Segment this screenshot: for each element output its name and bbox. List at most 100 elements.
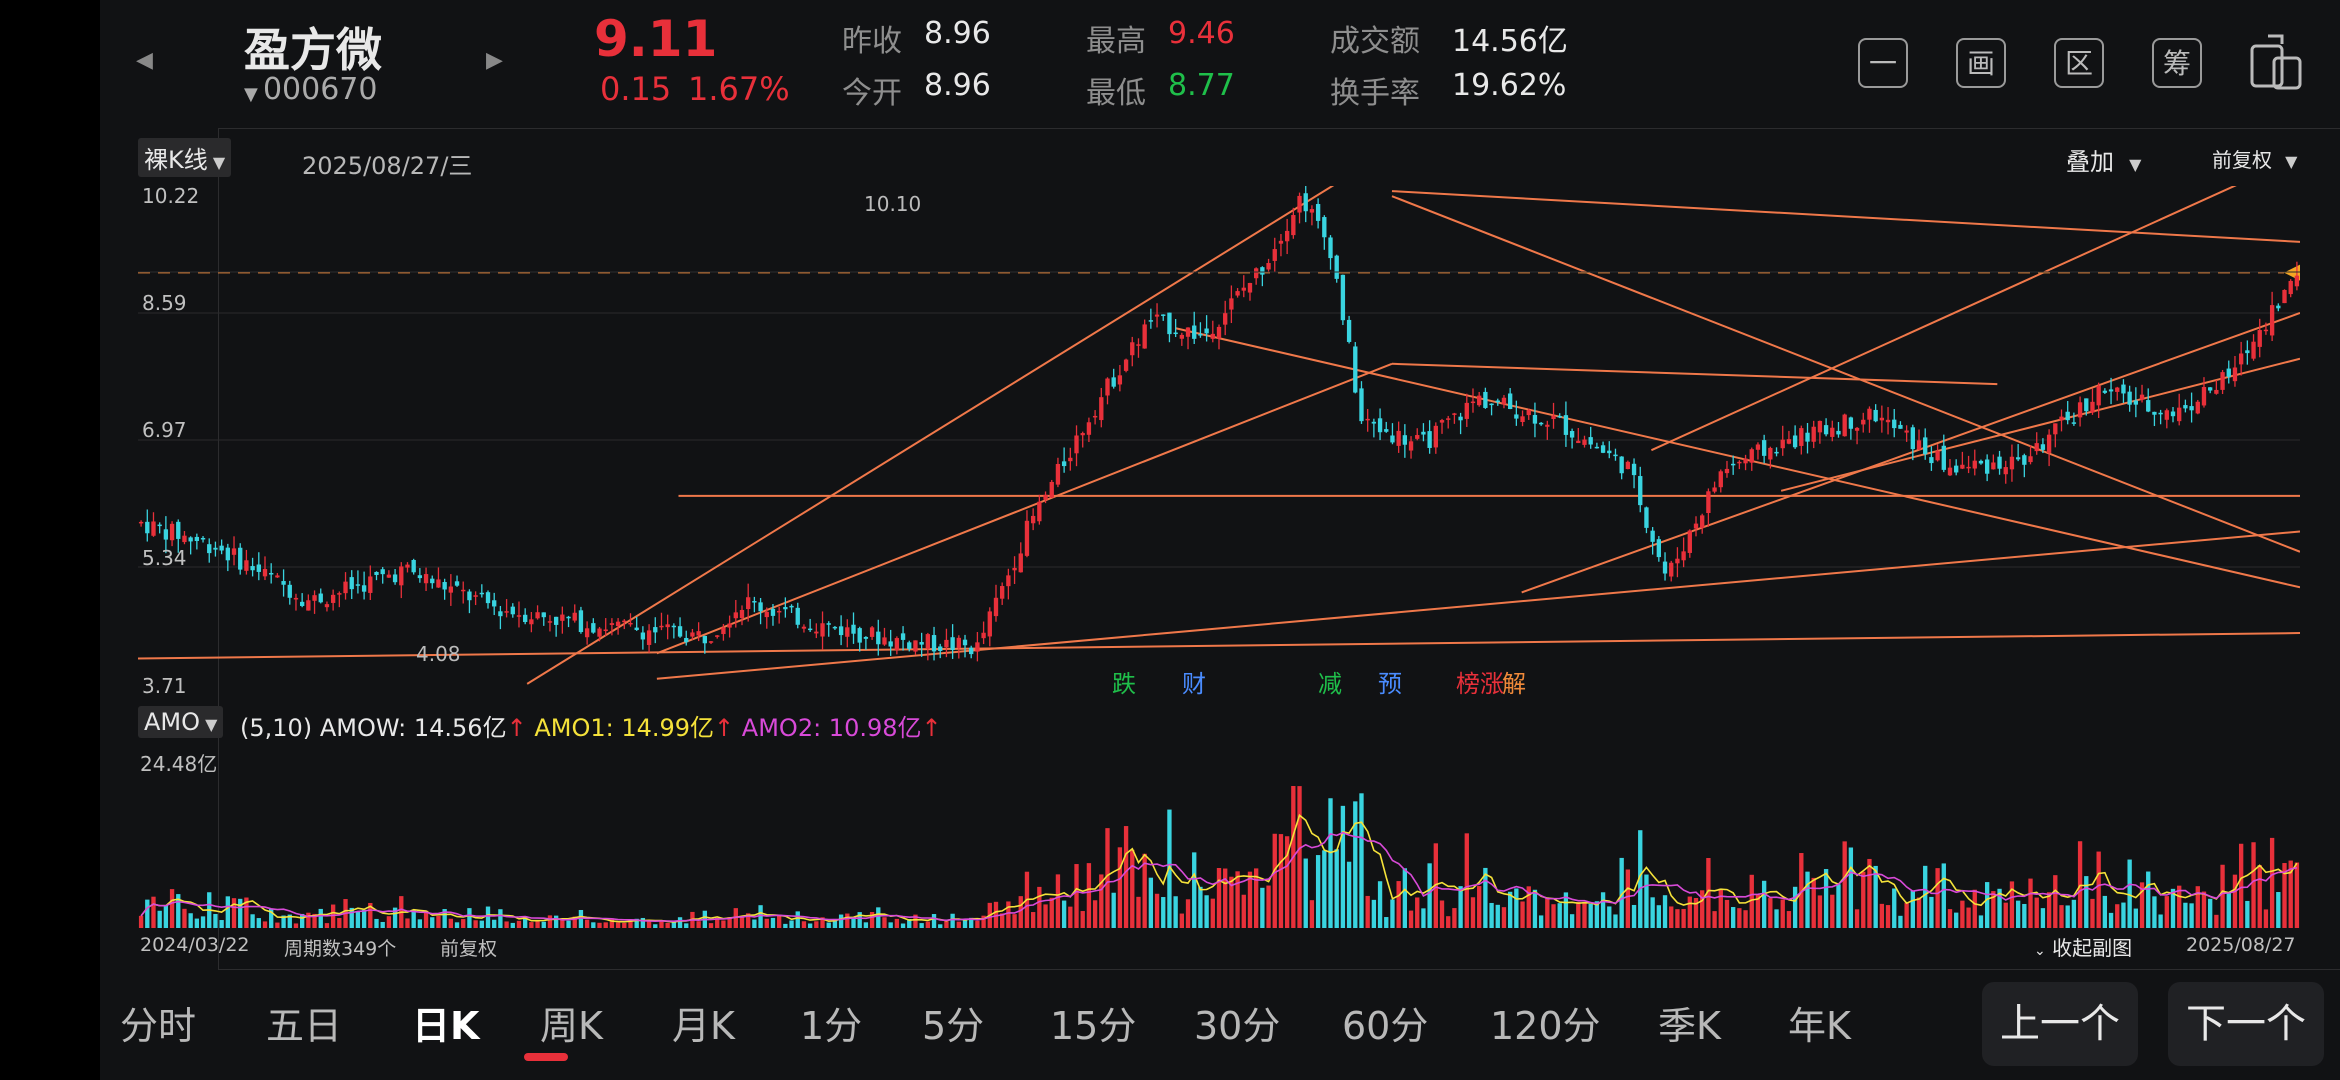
amo-bar	[262, 921, 268, 928]
event-badge-finance[interactable]: 财	[1180, 664, 1208, 699]
amo-bar	[2146, 871, 2151, 928]
candle-body	[2096, 385, 2101, 406]
amo-bar	[1130, 849, 1135, 928]
amo-bar	[361, 909, 367, 928]
tab-5min[interactable]: 5分	[922, 995, 984, 1050]
candle-body	[1848, 417, 1854, 429]
amo-bar	[1198, 886, 1203, 928]
candle-body	[702, 635, 707, 644]
trend-line	[1521, 312, 2300, 594]
candle-body	[238, 547, 243, 570]
adjust-select[interactable]: 前复权 ▼	[2212, 144, 2297, 173]
amo-bar	[2003, 902, 2008, 928]
next-stock-button[interactable]: 下一个	[2168, 982, 2324, 1066]
amo-bar	[430, 917, 435, 928]
candle-body	[1675, 558, 1680, 564]
tab-intraday[interactable]: 分时	[120, 995, 196, 1050]
candle-body	[1910, 427, 1915, 450]
event-badge-forecast[interactable]: 预	[1376, 664, 1404, 699]
tab-15min[interactable]: 15分	[1050, 995, 1136, 1050]
kline-mode-select[interactable]: 裸K线 ▼	[138, 138, 232, 177]
range-tool-button[interactable]: 区	[2054, 38, 2104, 88]
candle-body	[1780, 439, 1785, 449]
tab-quarterly-k[interactable]: 季K	[1658, 995, 1721, 1050]
stock-code-row[interactable]: ▼ 000670	[244, 72, 377, 107]
candle-body	[1700, 515, 1705, 528]
tab-daily-k[interactable]: 日K	[412, 995, 479, 1050]
amo-bar	[938, 924, 943, 928]
candle-body	[207, 544, 212, 554]
amo-bar	[1879, 903, 1885, 928]
amo-bar	[1179, 913, 1184, 928]
amo-bar	[355, 911, 361, 928]
amo-bar	[337, 918, 342, 928]
prev-stock-arrow-icon[interactable]: ◀	[136, 48, 153, 73]
candle-body	[2220, 372, 2225, 390]
candle-body	[733, 612, 738, 619]
candle-body	[1340, 274, 1346, 321]
amo-params: (5,10)	[240, 714, 313, 742]
amo1-value: AMO1: 14.99亿	[534, 714, 715, 742]
prev-stock-button[interactable]: 上一个	[1982, 982, 2138, 1066]
amo-bar	[504, 921, 509, 928]
candle-body	[529, 619, 534, 625]
tab-yearly-k[interactable]: 年K	[1788, 995, 1851, 1050]
candle-body	[287, 584, 292, 598]
collapse-subchart-button[interactable]: ⌄ 收起副图	[2034, 932, 2132, 961]
candle-body	[677, 626, 683, 637]
end-date: 2025/08/27	[2186, 934, 2296, 956]
candle-body	[1074, 435, 1079, 454]
event-badge-reduce[interactable]: 减	[1316, 664, 1344, 699]
switch-screen-icon[interactable]	[2246, 32, 2306, 96]
next-stock-arrow-icon[interactable]: ▶	[486, 48, 503, 73]
tab-five-day[interactable]: 五日	[266, 995, 342, 1050]
amo-bar	[838, 914, 844, 928]
chips-tool-button[interactable]: 筹	[2152, 38, 2202, 88]
candle-body	[2084, 398, 2089, 412]
candle-body	[1569, 431, 1575, 438]
amo-bar	[448, 918, 454, 928]
tab-1min[interactable]: 1分	[800, 995, 862, 1050]
kline-chart[interactable]	[138, 186, 2300, 694]
tab-120min[interactable]: 120分	[1490, 995, 1601, 1050]
candle-body	[1929, 457, 1934, 464]
line-tool-button[interactable]: 一	[1858, 38, 1908, 88]
tab-weekly-k[interactable]: 周K	[540, 995, 603, 1050]
candle-body	[1557, 415, 1562, 418]
event-badge-unlock[interactable]: 解	[1500, 664, 1528, 699]
amo-bar	[764, 918, 769, 928]
candle-body	[516, 615, 522, 617]
candle-body	[1006, 575, 1011, 587]
price-change: 0.15	[600, 70, 672, 108]
amo-bar	[2269, 837, 2275, 928]
tab-60min[interactable]: 60分	[1342, 995, 1428, 1050]
candle-body	[659, 625, 664, 628]
amount-value: 14.56亿	[1452, 24, 1568, 59]
amo-bar	[2257, 865, 2262, 928]
event-badge-drop[interactable]: 跌	[1110, 664, 1138, 699]
tab-monthly-k[interactable]: 月K	[672, 995, 735, 1050]
amo-chart[interactable]	[138, 740, 2300, 930]
amo-bar	[770, 917, 776, 928]
candle-body	[1737, 461, 1742, 464]
candle-body	[1427, 431, 1432, 448]
tab-30min[interactable]: 30分	[1194, 995, 1280, 1050]
indicator-select[interactable]: AMO ▼	[138, 706, 224, 738]
amo-bar	[1068, 906, 1073, 928]
amo-bar	[1192, 852, 1197, 928]
stock-code: 000670	[262, 72, 378, 107]
draw-tool-button[interactable]: 画	[1956, 38, 2006, 88]
amo-bar	[2226, 892, 2231, 928]
candle-body	[219, 545, 224, 551]
overlay-select[interactable]: 叠加 ▼	[2066, 142, 2141, 177]
candle-body	[380, 569, 385, 575]
candle-body	[1978, 460, 1984, 464]
amo-bar	[814, 921, 819, 928]
amo-bar	[1111, 892, 1116, 928]
amo-bar	[2059, 905, 2064, 928]
candle-body	[1241, 287, 1246, 291]
amo-bar	[1823, 869, 1829, 928]
candle-body	[1786, 439, 1792, 444]
candle-body	[634, 627, 639, 630]
chevron-down-icon: ▼	[2129, 155, 2142, 174]
